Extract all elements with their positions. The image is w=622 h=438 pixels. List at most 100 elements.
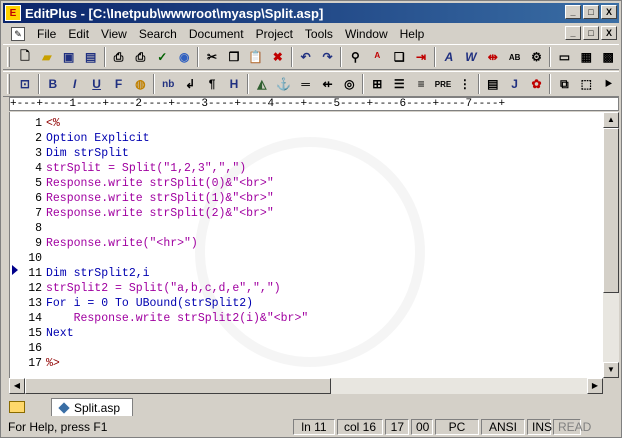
menu-window[interactable]: Window xyxy=(339,25,394,43)
code-line[interactable]: 14 Response.write strSplit2(i)&"<br>" xyxy=(24,311,308,326)
pre-icon[interactable]: PRE xyxy=(432,73,454,95)
open-folder-icon[interactable]: ▰ xyxy=(36,46,58,68)
paragraph-icon[interactable]: ¶ xyxy=(201,73,223,95)
code-line[interactable]: 15 Next xyxy=(24,326,308,341)
doc-restore-button[interactable]: □ xyxy=(583,26,599,40)
heading-icon[interactable]: H xyxy=(223,73,245,95)
horizontal-scroll-thumb[interactable] xyxy=(25,378,331,394)
find-in-files-icon[interactable]: ❏ xyxy=(388,46,410,68)
menu-help[interactable]: Help xyxy=(394,25,431,43)
document-icon[interactable]: ✎ xyxy=(11,26,25,41)
code-line[interactable]: 13 For i = 0 To UBound(strSplit2) xyxy=(24,296,308,311)
javascript-icon[interactable]: J xyxy=(504,73,526,95)
code-line[interactable]: 1 <% xyxy=(24,116,308,131)
code-line[interactable]: 7 Response.write strSplit(2)&"<br>" xyxy=(24,206,308,221)
undo-icon[interactable]: ↶ xyxy=(295,46,317,68)
toolbar-grip[interactable] xyxy=(7,74,10,94)
menu-edit[interactable]: Edit xyxy=(62,25,95,43)
center-icon[interactable]: ☰ xyxy=(388,73,410,95)
code-line[interactable]: 9 Response.write("<hr>") xyxy=(24,236,308,251)
doc-minimize-button[interactable]: _ xyxy=(565,26,581,40)
horizontal-scrollbar[interactable]: ◀ ▶ xyxy=(9,378,603,394)
maximize-button[interactable]: □ xyxy=(583,5,599,19)
table-icon[interactable]: ⊞ xyxy=(366,73,388,95)
save-all-icon[interactable]: ▤ xyxy=(80,46,102,68)
directory-icon[interactable]: ▩ xyxy=(597,46,619,68)
html-preview-icon[interactable]: ⊡ xyxy=(14,73,36,95)
line-number-icon[interactable]: AB xyxy=(504,46,526,68)
ruler-icon[interactable]: ⇹ xyxy=(482,46,504,68)
code-line[interactable]: 10 xyxy=(24,251,308,266)
form-icon[interactable]: ▤ xyxy=(482,73,504,95)
minimize-button[interactable]: _ xyxy=(565,5,581,19)
scroll-left-icon[interactable]: ◀ xyxy=(9,378,25,394)
code-line[interactable]: 12 strSplit2 = Split("a,b,c,d,e",",") xyxy=(24,281,308,296)
code-line[interactable]: 16 xyxy=(24,341,308,356)
title-bar[interactable]: E EditPlus - [C:\Inetpub\wwwroot\myasp\S… xyxy=(3,3,619,23)
menu-search[interactable]: Search xyxy=(133,25,183,43)
marquee-icon[interactable]: ◎ xyxy=(338,73,360,95)
code-editor[interactable]: 1 <% 2 Option Explicit 3 Dim strSplit 4 strSpli… xyxy=(9,112,603,378)
clip-icon[interactable]: ⧉ xyxy=(553,73,575,95)
word-wrap-icon[interactable]: W xyxy=(460,46,482,68)
align-icon[interactable]: ≡ xyxy=(410,73,432,95)
find-icon[interactable]: ⚲ xyxy=(344,46,366,68)
preferences-icon[interactable]: ⚙ xyxy=(526,46,548,68)
scroll-down-icon[interactable]: ▼ xyxy=(603,362,619,378)
code-line[interactable]: 8 xyxy=(24,221,308,236)
save-icon[interactable]: ▣ xyxy=(58,46,80,68)
paste-icon[interactable]: 📋 xyxy=(245,46,267,68)
code-line[interactable]: 3 Dim strSplit xyxy=(24,146,308,161)
code-line[interactable]: 2 Option Explicit xyxy=(24,131,308,146)
script-icon[interactable]: ✿ xyxy=(526,73,548,95)
menu-view[interactable]: View xyxy=(95,25,133,43)
menu-tools[interactable]: Tools xyxy=(299,25,339,43)
copy-icon[interactable]: ❐ xyxy=(223,46,245,68)
comment-icon[interactable]: ⇷ xyxy=(317,73,339,95)
scroll-up-icon[interactable]: ▲ xyxy=(603,112,619,128)
new-file-icon[interactable]: 🗋 xyxy=(14,46,36,68)
menu-file[interactable]: File xyxy=(31,25,62,43)
toolbar-grip[interactable] xyxy=(7,47,10,67)
delete-icon[interactable]: ✖ xyxy=(267,46,289,68)
editor-gutter[interactable] xyxy=(10,112,24,378)
scroll-right-icon[interactable]: ▶ xyxy=(587,378,603,394)
font-tag-icon[interactable]: F xyxy=(108,73,130,95)
folder-icon[interactable] xyxy=(9,401,25,413)
vertical-scroll-thumb[interactable] xyxy=(603,128,619,293)
select-icon[interactable]: ⬚ xyxy=(575,73,597,95)
print-icon[interactable]: ⎙ xyxy=(129,46,151,68)
redo-icon[interactable]: ↷ xyxy=(317,46,339,68)
close-button[interactable]: X xyxy=(601,5,617,19)
horizontal-rule-icon[interactable]: ═ xyxy=(295,73,317,95)
image-icon[interactable]: ◭ xyxy=(251,73,273,95)
browser-icon[interactable]: ◉ xyxy=(173,46,195,68)
code-line[interactable]: 11 Dim strSplit2,i xyxy=(24,266,308,281)
code-line[interactable]: 4 strSplit = Split("1,2,3",",") xyxy=(24,161,308,176)
cliptext-icon[interactable]: ▦ xyxy=(575,46,597,68)
toolbar-more-icon[interactable]: ⯈ xyxy=(597,73,619,95)
tab-split-asp[interactable]: Split.asp xyxy=(51,398,134,416)
anchor-icon[interactable]: ⚓ xyxy=(273,73,295,95)
line-break-icon[interactable]: ↲ xyxy=(179,73,201,95)
menu-project[interactable]: Project xyxy=(250,25,299,43)
print-preview-icon[interactable]: ⎙ xyxy=(108,46,130,68)
menu-document[interactable]: Document xyxy=(183,25,250,43)
bold-icon[interactable]: B xyxy=(42,73,64,95)
goto-line-icon[interactable]: ⇥ xyxy=(410,46,432,68)
list-icon[interactable]: ⋮ xyxy=(454,73,476,95)
code-line[interactable]: 17 %> xyxy=(24,356,308,371)
replace-icon[interactable]: ᴬ xyxy=(366,46,388,68)
nbsp-icon[interactable]: nb xyxy=(157,73,179,95)
cut-icon[interactable]: ✂ xyxy=(201,46,223,68)
font-icon[interactable]: A xyxy=(438,46,460,68)
code-line[interactable]: 6 Response.write strSplit(1)&"<br>" xyxy=(24,191,308,206)
spellcheck-icon[interactable]: ✓ xyxy=(151,46,173,68)
window-list-icon[interactable]: ▭ xyxy=(553,46,575,68)
color-icon[interactable]: ◍ xyxy=(129,73,151,95)
underline-icon[interactable]: U xyxy=(86,73,108,95)
italic-icon[interactable]: I xyxy=(64,73,86,95)
vertical-scrollbar[interactable]: ▲ ▼ xyxy=(603,112,619,378)
code-line[interactable]: 5 Response.write strSplit(0)&"<br>" xyxy=(24,176,308,191)
doc-close-button[interactable]: X xyxy=(601,26,617,40)
